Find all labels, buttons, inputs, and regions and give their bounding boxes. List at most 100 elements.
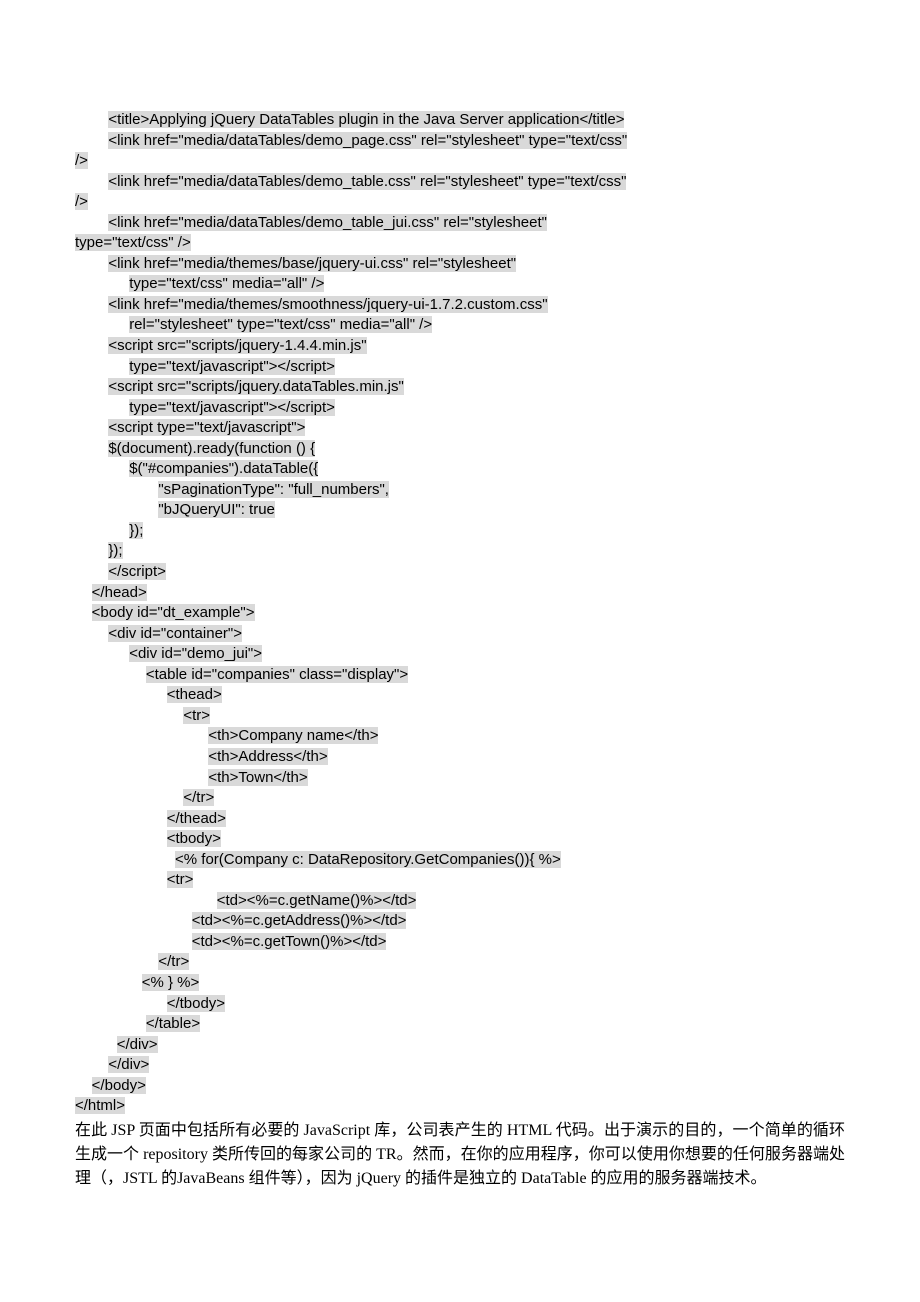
code-text: type="text/css" /> [75, 234, 191, 251]
code-text: $(document).ready(function () { [108, 440, 315, 457]
code-text: </tr> [183, 789, 214, 806]
code-line: <body id="dt_example"> [75, 603, 845, 624]
code-text: rel="stylesheet" type="text/css" media="… [129, 316, 432, 333]
code-line: <td><%=c.getName()%></td> [75, 891, 845, 912]
code-text: <tbody> [167, 830, 221, 847]
code-block: <title>Applying jQuery DataTables plugin… [75, 110, 845, 1117]
code-text: <th>Town</th> [208, 769, 307, 786]
code-line: <td><%=c.getAddress()%></td> [75, 911, 845, 932]
code-text: <link href="media/dataTables/demo_page.c… [108, 132, 627, 149]
code-line: "bJQueryUI": true [75, 500, 845, 521]
code-line: </tr> [75, 952, 845, 973]
code-line: </table> [75, 1014, 845, 1035]
code-text: <title>Applying jQuery DataTables plugin… [108, 111, 624, 128]
code-line: }); [75, 521, 845, 542]
code-text: type="text/javascript"></script> [129, 358, 335, 375]
code-text: <script src="scripts/jquery-1.4.4.min.js… [108, 337, 366, 354]
code-line: <tr> [75, 870, 845, 891]
code-line: </thead> [75, 809, 845, 830]
code-text: </table> [146, 1015, 200, 1032]
code-line: </script> [75, 562, 845, 583]
code-line: </tr> [75, 788, 845, 809]
code-line: <script src="scripts/jquery-1.4.4.min.js… [75, 336, 845, 357]
code-text: }); [108, 542, 122, 559]
code-line: <link href="media/themes/base/jquery-ui.… [75, 254, 845, 275]
code-line: type="text/javascript"></script> [75, 398, 845, 419]
code-text: <link href="media/themes/base/jquery-ui.… [108, 255, 516, 272]
code-line: <title>Applying jQuery DataTables plugin… [75, 110, 845, 131]
code-line: $("#companies").dataTable({ [75, 459, 845, 480]
code-line: <link href="media/dataTables/demo_table_… [75, 213, 845, 234]
code-text: <script type="text/javascript"> [108, 419, 305, 436]
code-line: <script type="text/javascript"> [75, 418, 845, 439]
code-text: }); [129, 522, 143, 539]
code-line: <th>Address</th> [75, 747, 845, 768]
code-text: </body> [92, 1077, 146, 1094]
code-line: <link href="media/dataTables/demo_page.c… [75, 131, 845, 152]
code-text: <table id="companies" class="display"> [146, 666, 408, 683]
code-line: </div> [75, 1035, 845, 1056]
code-text: <th>Address</th> [208, 748, 327, 765]
code-line: <th>Town</th> [75, 768, 845, 789]
code-line: <div id="container"> [75, 624, 845, 645]
code-line: <thead> [75, 685, 845, 706]
code-line: type="text/css" /> [75, 233, 845, 254]
code-text: </tbody> [167, 995, 225, 1012]
code-text: <td><%=c.getName()%></td> [217, 892, 417, 909]
code-line: </div> [75, 1055, 845, 1076]
code-line: <tr> [75, 706, 845, 727]
paragraph-text: 在此 JSP 页面中包括所有必要的 JavaScript 库，公司表产生的 HT… [75, 1119, 845, 1191]
code-line: <td><%=c.getTown()%></td> [75, 932, 845, 953]
code-text: <tr> [167, 871, 194, 888]
code-text: type="text/javascript"></script> [129, 399, 335, 416]
code-line: $(document).ready(function () { [75, 439, 845, 460]
code-text: </div> [108, 1056, 149, 1073]
code-text: </thead> [167, 810, 226, 827]
code-line: "sPaginationType": "full_numbers", [75, 480, 845, 501]
code-text: /> [75, 193, 88, 210]
code-line: }); [75, 541, 845, 562]
code-text: <script src="scripts/jquery.dataTables.m… [108, 378, 403, 395]
code-text: </html> [75, 1097, 125, 1114]
code-text: <link href="media/dataTables/demo_table_… [108, 214, 547, 231]
code-line: <link href="media/themes/smoothness/jque… [75, 295, 845, 316]
code-text: "bJQueryUI": true [158, 501, 275, 518]
code-text: $("#companies").dataTable({ [129, 460, 318, 477]
code-text: <tr> [183, 707, 210, 724]
code-line: <th>Company name</th> [75, 726, 845, 747]
code-text: <div id="demo_jui"> [129, 645, 262, 662]
code-text: </tr> [158, 953, 189, 970]
code-line: <% } %> [75, 973, 845, 994]
code-line: type="text/javascript"></script> [75, 357, 845, 378]
code-line: /> [75, 151, 845, 172]
code-text: type="text/css" media="all" /> [129, 275, 324, 292]
code-line: </body> [75, 1076, 845, 1097]
code-text: </head> [92, 584, 147, 601]
code-text: <body id="dt_example"> [92, 604, 255, 621]
code-text: <thead> [167, 686, 222, 703]
code-text: <td><%=c.getAddress()%></td> [192, 912, 407, 929]
code-line: <% for(Company c: DataRepository.GetComp… [75, 850, 845, 871]
code-text: </script> [108, 563, 166, 580]
code-text: <% for(Company c: DataRepository.GetComp… [175, 851, 561, 868]
code-text: </div> [117, 1036, 158, 1053]
code-line: <div id="demo_jui"> [75, 644, 845, 665]
code-line: <table id="companies" class="display"> [75, 665, 845, 686]
code-line: </html> [75, 1096, 845, 1117]
code-line: /> [75, 192, 845, 213]
code-text: <td><%=c.getTown()%></td> [192, 933, 387, 950]
code-text: <link href="media/dataTables/demo_table.… [108, 173, 626, 190]
code-line: </head> [75, 583, 845, 604]
code-line: rel="stylesheet" type="text/css" media="… [75, 315, 845, 336]
code-text: "sPaginationType": "full_numbers", [158, 481, 389, 498]
code-line: <tbody> [75, 829, 845, 850]
code-text: <link href="media/themes/smoothness/jque… [108, 296, 547, 313]
code-text: <div id="container"> [108, 625, 242, 642]
code-text: /> [75, 152, 88, 169]
code-line: type="text/css" media="all" /> [75, 274, 845, 295]
code-line: <script src="scripts/jquery.dataTables.m… [75, 377, 845, 398]
code-line: <link href="media/dataTables/demo_table.… [75, 172, 845, 193]
code-text: <th>Company name</th> [208, 727, 378, 744]
code-line: </tbody> [75, 994, 845, 1015]
code-text: <% } %> [142, 974, 200, 991]
